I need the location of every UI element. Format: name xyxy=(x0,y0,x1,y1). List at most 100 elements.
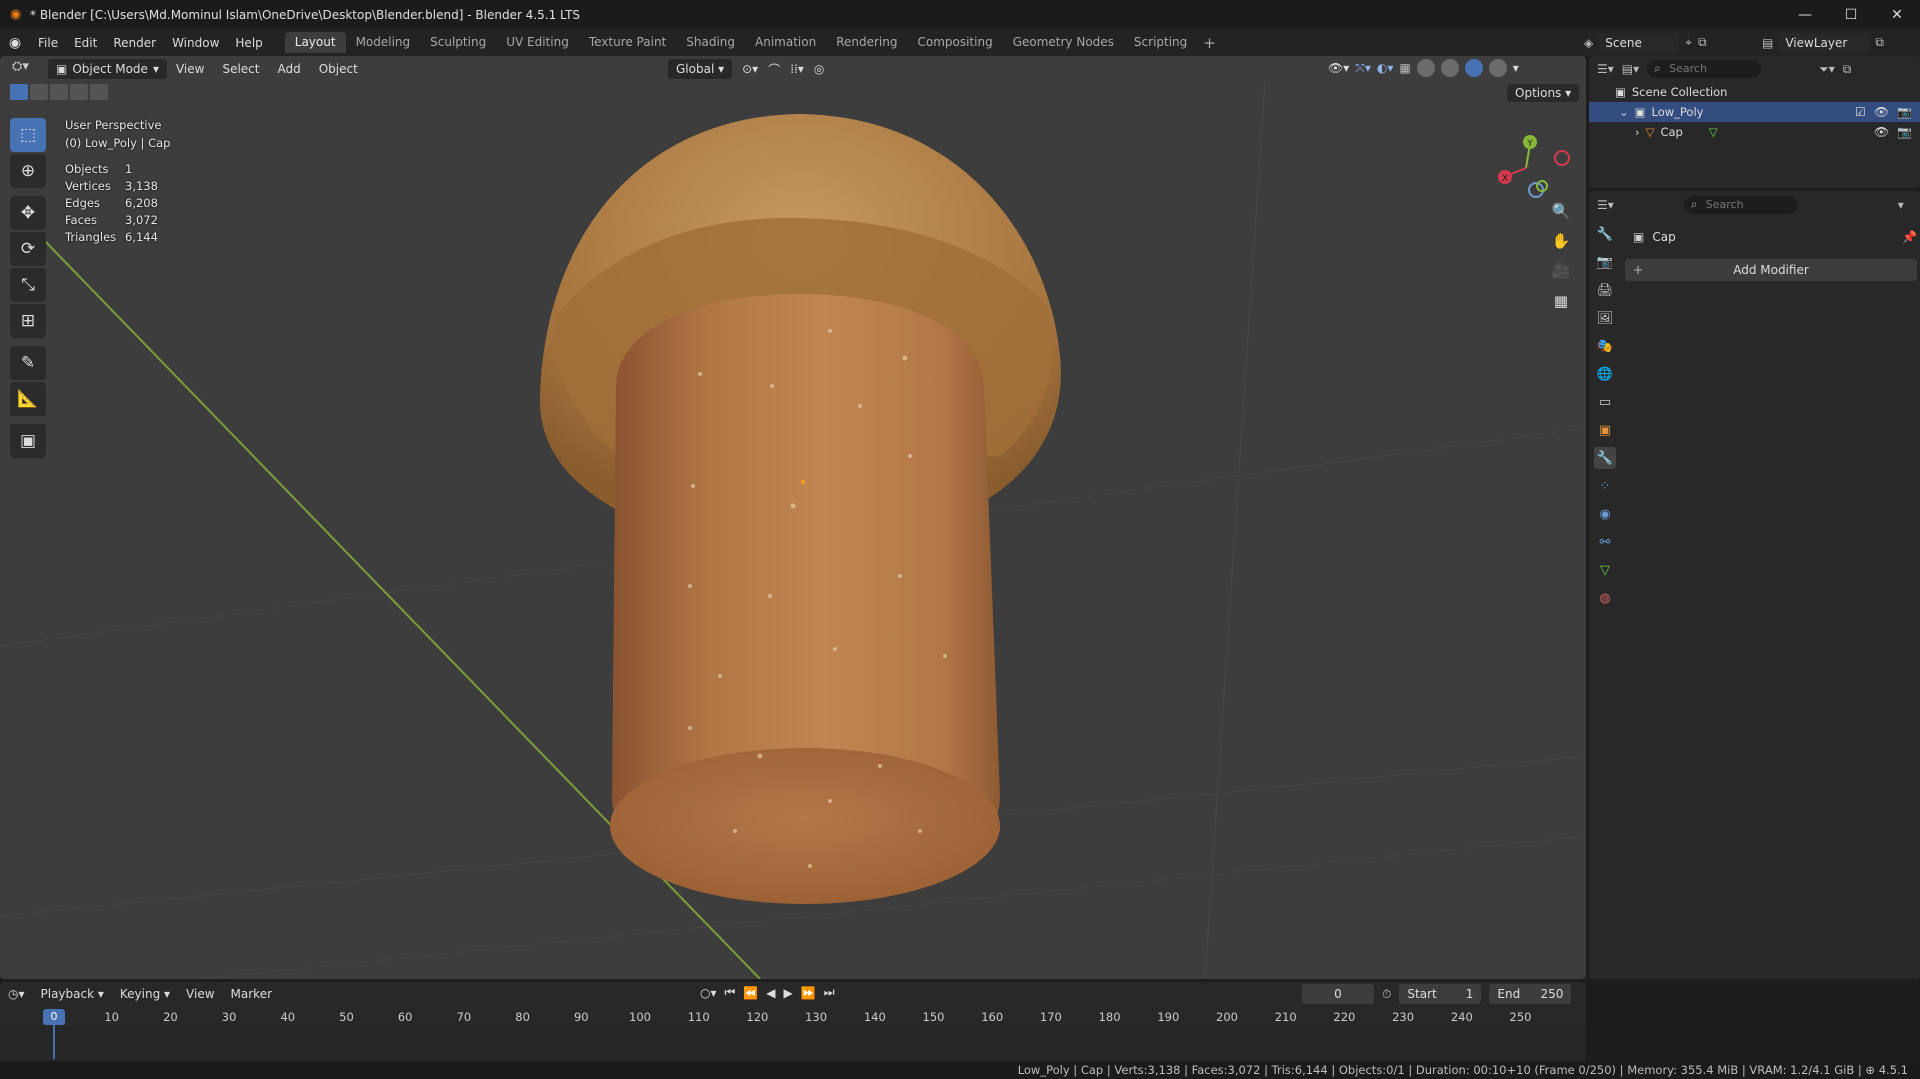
tab-compositing[interactable]: Compositing xyxy=(907,32,1002,53)
current-frame-indicator[interactable]: 0 xyxy=(43,1009,65,1025)
overlay-toggle-icon[interactable]: ◐▾ xyxy=(1377,61,1394,75)
camera-view-icon[interactable]: 🎥 xyxy=(1548,259,1574,283)
camera-icon[interactable]: 📷 xyxy=(1897,105,1912,119)
select-extend-icon[interactable] xyxy=(30,84,48,100)
outliner-editor-icon[interactable]: ☰▾ xyxy=(1597,62,1614,76)
menu-file[interactable]: File xyxy=(30,36,66,50)
view-layer-icon[interactable]: ▤ xyxy=(1762,36,1773,50)
xray-icon[interactable]: ▦ xyxy=(1399,61,1410,75)
playhead[interactable] xyxy=(53,1025,55,1059)
viewport-menu-add[interactable]: Add xyxy=(268,62,309,76)
physics-tab-icon[interactable]: ◉ xyxy=(1594,503,1616,525)
prev-keyframe-icon[interactable]: ⏪ xyxy=(743,986,758,1000)
shading-options-icon[interactable]: ▾ xyxy=(1513,61,1519,75)
add-workspace-icon[interactable]: + xyxy=(1197,34,1222,52)
properties-search-input[interactable]: Search xyxy=(1683,195,1798,214)
clock-icon[interactable]: ⏱ xyxy=(1382,987,1391,1002)
chevron-right-icon[interactable]: › xyxy=(1635,125,1640,139)
close-icon[interactable]: ✕ xyxy=(1874,0,1920,29)
snap-icon[interactable]: ⌒ xyxy=(768,61,780,78)
visibility-icon[interactable]: 👁▾ xyxy=(1328,61,1349,75)
transform-tool-icon[interactable]: ⊞ xyxy=(10,304,46,338)
object-mode-dropdown[interactable]: ▣ Object Mode ▾ xyxy=(48,58,167,79)
timeline-editor-icon[interactable]: ◷▾ xyxy=(0,987,33,1001)
annotate-tool-icon[interactable]: ✎ xyxy=(10,346,46,380)
tool-tab-icon[interactable]: 🔧 xyxy=(1594,223,1616,245)
render-tab-icon[interactable]: 📷 xyxy=(1594,251,1616,273)
menu-edit[interactable]: Edit xyxy=(66,36,105,50)
end-frame-field[interactable]: End 250 xyxy=(1489,984,1572,1004)
select-box-tool-icon[interactable]: ⬚ xyxy=(10,118,46,152)
current-frame-field[interactable]: 0 xyxy=(1302,984,1374,1004)
viewport-menu-view[interactable]: View xyxy=(167,62,213,76)
outliner-row-cap[interactable]: › ▽ Cap ▽ 👁 📷 xyxy=(1589,122,1920,142)
tab-sculpting[interactable]: Sculpting xyxy=(420,32,496,53)
outliner-row-low-poly[interactable]: ⌄ ▣ Low_Poly ☑ 👁 📷 xyxy=(1589,102,1920,122)
pin-icon[interactable]: 📌 xyxy=(1902,230,1917,244)
new-view-layer-icon[interactable]: ⧉ xyxy=(1875,35,1884,50)
select-subtract-icon[interactable] xyxy=(50,84,68,100)
rendered-shading-button[interactable] xyxy=(1488,59,1507,77)
exclude-checkbox-icon[interactable]: ☑ xyxy=(1855,105,1866,119)
output-tab-icon[interactable]: 🖨 xyxy=(1594,279,1616,301)
timeline-track-area[interactable] xyxy=(0,1026,1586,1061)
collection-tab-icon[interactable]: ▭ xyxy=(1594,391,1616,413)
add-cube-tool-icon[interactable]: ▣ xyxy=(10,424,46,458)
gizmo-neg-x-handle[interactable] xyxy=(1554,150,1570,166)
new-scene-icon[interactable]: ⧉ xyxy=(1698,35,1707,50)
viewport-menu-object[interactable]: Object xyxy=(310,62,367,76)
maximize-icon[interactable]: ☐ xyxy=(1828,0,1874,29)
outliner-search-input[interactable]: Search xyxy=(1647,59,1762,78)
tab-uv-editing[interactable]: UV Editing xyxy=(496,32,579,53)
cursor-tool-icon[interactable]: ⊕ xyxy=(10,154,46,188)
filter-icon[interactable]: ⏷▾ xyxy=(1819,62,1835,77)
viewport-menu-select[interactable]: Select xyxy=(213,62,268,76)
view-layer-field[interactable]: ViewLayer xyxy=(1779,32,1870,53)
frame-ruler[interactable]: 10 20 30 40 50 60 70 80 90 100 110 120 130 140 150 160 1… xyxy=(0,1008,1586,1026)
tab-animation[interactable]: Animation xyxy=(745,32,826,53)
jump-start-icon[interactable]: ⏮ xyxy=(725,985,736,1000)
navigation-gizmo[interactable]: Y X xyxy=(1490,128,1570,208)
measure-tool-icon[interactable]: 📐 xyxy=(10,382,46,416)
new-collection-icon[interactable]: ⧉ xyxy=(1843,62,1852,77)
pin-icon[interactable]: ⌖ xyxy=(1685,35,1692,50)
camera-icon[interactable]: 📷 xyxy=(1897,125,1912,139)
mesh-data-icon[interactable]: ▽ xyxy=(1709,125,1718,139)
tab-layout[interactable]: Layout xyxy=(284,32,346,53)
add-modifier-button[interactable]: + Add Modifier xyxy=(1625,259,1917,281)
auto-keying-icon[interactable]: ○▾ xyxy=(700,986,717,1000)
object-tab-icon[interactable]: ▣ xyxy=(1594,419,1616,441)
pivot-icon[interactable]: ⊙▾ xyxy=(742,62,758,76)
proportional-edit-icon[interactable]: ◎ xyxy=(814,62,824,76)
next-keyframe-icon[interactable]: ⏩ xyxy=(801,986,816,1000)
perspective-toggle-icon[interactable]: ▦ xyxy=(1548,289,1574,313)
select-new-icon[interactable] xyxy=(10,84,28,100)
move-tool-icon[interactable]: ✥ xyxy=(10,196,46,230)
chevron-down-icon[interactable]: ▾ xyxy=(1898,198,1904,212)
scene-icon[interactable]: ◈ xyxy=(1584,36,1593,50)
view-layer-tab-icon[interactable]: 🖼 xyxy=(1594,307,1616,329)
timeline-menu-playback[interactable]: Playback ▾ xyxy=(33,987,112,1001)
zoom-icon[interactable]: 🔍 xyxy=(1548,199,1574,223)
world-tab-icon[interactable]: 🌐 xyxy=(1594,363,1616,385)
play-icon[interactable]: ▶ xyxy=(784,986,793,1000)
tab-geometry-nodes[interactable]: Geometry Nodes xyxy=(1003,32,1124,53)
orientation-dropdown[interactable]: Global ▾ xyxy=(668,59,733,79)
tab-rendering[interactable]: Rendering xyxy=(826,32,907,53)
object-origin[interactable] xyxy=(801,480,805,484)
chevron-down-icon[interactable]: ⌄ xyxy=(1619,105,1629,119)
properties-editor-icon[interactable]: ☰▾ xyxy=(1597,198,1614,212)
play-reverse-icon[interactable]: ◀ xyxy=(766,986,775,1000)
gizmo-toggle-icon[interactable]: ⤧▾ xyxy=(1355,61,1371,76)
rotate-tool-icon[interactable]: ⟳ xyxy=(10,232,46,266)
select-intersect-icon[interactable] xyxy=(90,84,108,100)
options-button[interactable]: Options ▾ xyxy=(1507,84,1580,102)
menu-window[interactable]: Window xyxy=(164,36,227,50)
blender-logo-icon[interactable]: ◉ xyxy=(0,35,30,51)
menu-help[interactable]: Help xyxy=(227,36,270,50)
solid-shading-button[interactable] xyxy=(1440,59,1459,77)
tab-texture-paint[interactable]: Texture Paint xyxy=(579,32,676,53)
jump-end-icon[interactable]: ⏭ xyxy=(824,985,835,1000)
material-tab-icon[interactable]: ◍ xyxy=(1594,587,1616,609)
snap-target-icon[interactable]: ⁞⁞▾ xyxy=(790,62,804,76)
